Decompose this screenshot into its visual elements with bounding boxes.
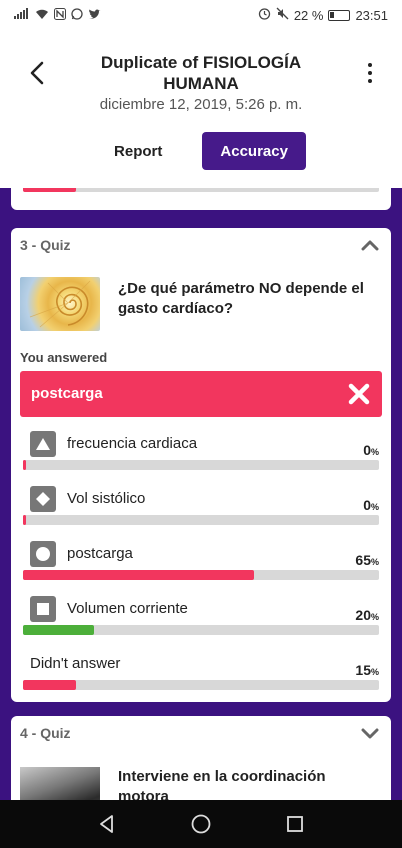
battery-icon <box>328 9 351 21</box>
battery-percent: 22 % <box>293 7 324 23</box>
option-label: Volumen corriente <box>67 600 188 617</box>
circle-icon <box>30 541 56 567</box>
option-bar-fill <box>23 570 255 580</box>
option-percent: 65% <box>355 552 379 568</box>
page-title: Duplicate of FISIOLOGÍA HUMANA <box>100 53 302 93</box>
option-percent: 0% <box>363 497 379 513</box>
didnt-answer-bar-fill <box>23 680 77 690</box>
option-label: postcarga <box>67 545 133 562</box>
whatsapp-icon <box>71 7 83 23</box>
you-answered-label: You answered <box>20 350 108 365</box>
question-image <box>20 277 100 331</box>
option-bar-track <box>23 515 379 525</box>
option-bar-track <box>23 570 379 580</box>
progress-fill <box>23 188 77 192</box>
option-bar-track <box>23 625 379 635</box>
didnt-answer-label: Didn't answer <box>30 655 121 672</box>
clock: 23:51 <box>355 7 388 23</box>
nfc-icon <box>54 7 66 23</box>
user-answer-text: postcarga <box>31 385 103 402</box>
triangle-icon <box>30 431 56 457</box>
more-vertical-icon <box>368 63 372 67</box>
diamond-icon <box>30 486 56 512</box>
more-options-button[interactable] <box>360 58 380 88</box>
option-label: Vol sistólico <box>67 490 146 507</box>
alarm-icon <box>258 7 271 23</box>
question-image <box>20 767 100 800</box>
option-label: frecuencia cardiaca <box>67 435 198 452</box>
twitter-icon <box>88 8 101 23</box>
progress-track <box>23 188 379 192</box>
status-right: 22 % 23:51 <box>258 7 388 23</box>
previous-quiz-card <box>11 188 391 210</box>
option-bar-track <box>23 460 379 470</box>
wifi-icon <box>35 8 49 23</box>
signal-icon <box>14 8 30 22</box>
question-text: Interviene en la coordinación motora <box>118 768 326 800</box>
chevron-down-icon[interactable] <box>361 726 379 740</box>
square-icon <box>30 596 56 622</box>
app-header: Duplicate of FISIOLOGÍA HUMANA diciembre… <box>0 30 402 188</box>
tab-accuracy[interactable]: Accuracy <box>202 132 306 170</box>
quiz-card-4: 4 - Quiz Interviene en la coordinación m… <box>11 716 391 800</box>
system-nav-bar <box>0 800 402 848</box>
recents-square-icon[interactable] <box>283 812 307 836</box>
user-answer: postcarga <box>20 371 382 417</box>
incorrect-x-icon <box>348 383 370 405</box>
didnt-answer-percent: 15% <box>355 662 379 678</box>
status-bar: 22 % 23:51 <box>0 0 402 30</box>
option-percent: 20% <box>355 607 379 623</box>
option-bar-fill <box>23 625 95 635</box>
back-arrow-icon <box>30 61 44 85</box>
quiz-card-3: 3 - Quiz ¿De qué parámetro NO depende el… <box>11 228 391 702</box>
status-left <box>14 7 101 23</box>
quiz-heading: 3 - Quiz <box>20 237 71 253</box>
tab-bar: Report Accuracy <box>0 132 402 170</box>
chevron-up-icon[interactable] <box>361 238 379 252</box>
mute-icon <box>276 7 289 23</box>
back-triangle-icon[interactable] <box>95 812 119 836</box>
question-text: ¿De qué parámetro NO depende el gasto ca… <box>118 280 364 317</box>
option-bar-fill <box>23 460 26 470</box>
option-percent: 0% <box>363 442 379 458</box>
results-list[interactable]: 3 - Quiz ¿De qué parámetro NO depende el… <box>0 188 402 800</box>
didnt-answer-bar-track <box>23 680 379 690</box>
home-circle-icon[interactable] <box>189 812 213 836</box>
quiz-heading: 4 - Quiz <box>20 725 71 741</box>
back-button[interactable] <box>22 58 52 88</box>
option-bar-fill <box>23 515 26 525</box>
page-date: diciembre 12, 2019, 5:26 p. m. <box>99 96 303 113</box>
tab-report[interactable]: Report <box>96 132 180 170</box>
